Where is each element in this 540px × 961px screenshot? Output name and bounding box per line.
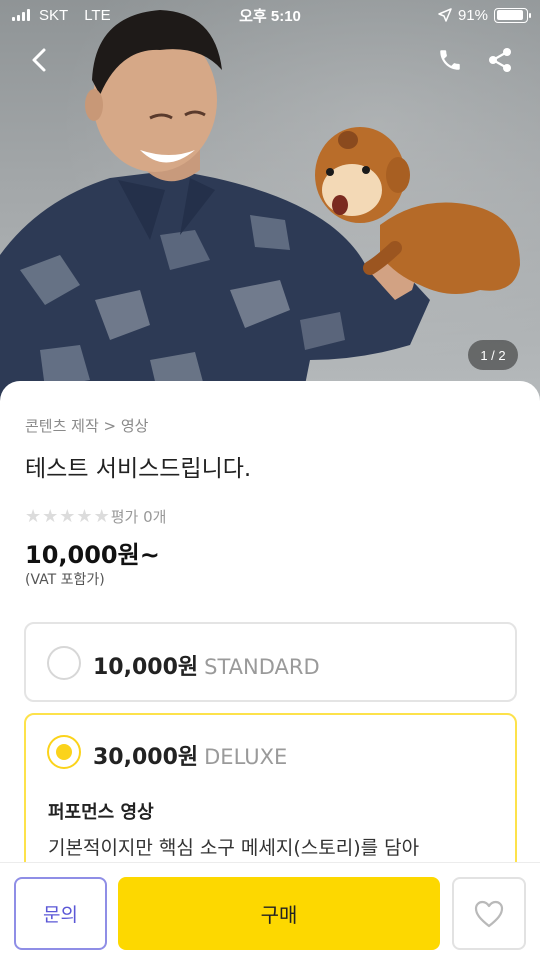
- buy-button[interactable]: 구매: [118, 877, 440, 950]
- top-nav: [0, 40, 540, 82]
- package-option-standard[interactable]: 10,000원 STANDARD: [24, 622, 517, 702]
- call-button[interactable]: [430, 40, 470, 80]
- network-label: LTE: [84, 6, 111, 24]
- option-description: 기본적이지만 핵심 소구 메세지(스토리)를 담아: [48, 837, 420, 859]
- back-button[interactable]: [20, 40, 60, 80]
- breadcrumb[interactable]: 콘텐츠 제작 > 영상: [25, 415, 148, 436]
- star-icon: ★: [76, 505, 93, 527]
- status-time: 오후 5:10: [239, 7, 301, 25]
- option-grade: STANDARD: [204, 655, 320, 679]
- star-icon: ★: [42, 505, 59, 527]
- option-label: 30,000원 DELUXE: [93, 739, 287, 771]
- product-title: 테스트 서비스드립니다.: [25, 456, 252, 482]
- like-button[interactable]: [452, 877, 526, 950]
- signal-icon: [12, 9, 30, 21]
- star-icon: ★: [25, 505, 42, 527]
- image-counter: 1 / 2: [468, 340, 518, 370]
- rating: ★ ★ ★ ★ ★ 평가 0개: [25, 506, 166, 527]
- bottom-action-bar: 문의 구매: [0, 862, 540, 961]
- heart-icon: [474, 900, 504, 927]
- option-label: 10,000원 STANDARD: [93, 649, 320, 681]
- phone-icon: [440, 50, 460, 70]
- star-icon: ★: [93, 505, 110, 527]
- radio-button-selected[interactable]: [47, 735, 81, 769]
- status-bar: SKT LTE 오후 5:10 91%: [0, 0, 540, 30]
- share-icon: [489, 48, 511, 72]
- option-grade: DELUXE: [204, 745, 288, 769]
- battery-percent: 91%: [457, 6, 488, 24]
- radio-button[interactable]: [47, 646, 81, 680]
- product-price: 10,000원~: [25, 541, 160, 569]
- back-arrow-icon: [32, 48, 46, 72]
- carrier-label: SKT: [39, 6, 69, 24]
- share-button[interactable]: [480, 40, 520, 80]
- rating-count: 평가 0개: [110, 508, 167, 526]
- option-price: 30,000원: [93, 745, 199, 770]
- location-arrow-icon: [438, 8, 452, 22]
- option-subtitle: 퍼포먼스 영상: [48, 802, 154, 823]
- battery-level: [496, 10, 523, 20]
- option-price: 10,000원: [93, 655, 199, 680]
- star-rating: ★ ★ ★ ★ ★: [25, 505, 110, 527]
- product-image[interactable]: SKT LTE 오후 5:10 91% 1 / 2: [0, 0, 540, 410]
- inquiry-button[interactable]: 문의: [14, 877, 107, 950]
- vat-note: (VAT 포함가): [25, 572, 105, 588]
- star-icon: ★: [59, 505, 76, 527]
- battery-icon: [494, 7, 531, 23]
